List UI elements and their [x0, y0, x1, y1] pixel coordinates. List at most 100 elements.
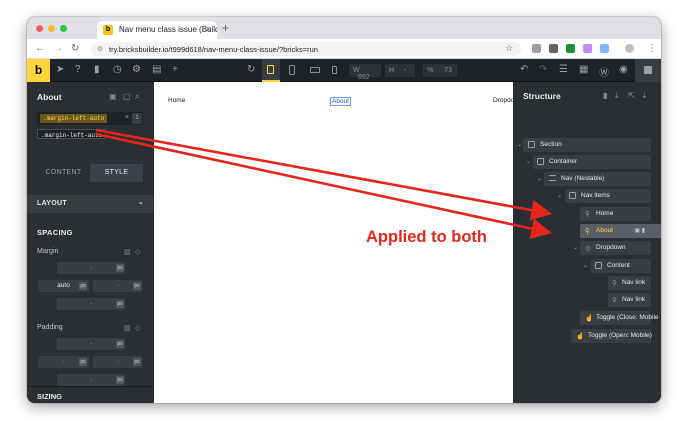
profile-avatar-icon[interactable]	[625, 44, 634, 53]
chevron-down-icon[interactable]: ⌄	[517, 141, 522, 148]
collapse-icon[interactable]: ⤓	[615, 91, 619, 101]
chevron-down-icon[interactable]: ⌄	[557, 192, 562, 199]
back-icon[interactable]: ←	[35, 43, 45, 54]
structure-row-label: Toggle (Close: Mobile	[596, 314, 659, 321]
bricks-logo[interactable]: b	[27, 59, 50, 82]
menu-lines-icon	[549, 175, 556, 181]
class-suggestion[interactable]: .margin-left-auto	[37, 129, 107, 139]
unit-badge[interactable]: px	[79, 358, 87, 366]
save-button[interactable]	[635, 59, 661, 82]
padding-link-icon[interactable]: ◇	[135, 324, 140, 332]
zoom-input[interactable]: % 73	[423, 64, 457, 77]
structure-row-nav-nestable[interactable]: ⌄ Nav (Nestable)	[537, 172, 651, 186]
forward-icon[interactable]: →	[53, 43, 63, 54]
bookmark-star-icon[interactable]: ☆	[505, 43, 513, 54]
add-icon[interactable]: +	[172, 64, 178, 75]
maximize-window-dot[interactable]	[60, 25, 67, 32]
structure-row-nav-items[interactable]: ⌄ Nav items	[557, 189, 651, 203]
unit-badge[interactable]: px	[116, 300, 124, 308]
expand-icon[interactable]: ⇱	[628, 91, 635, 100]
structure-row-dropdown[interactable]: ⌄ ◎ Dropdown	[573, 241, 651, 255]
margin-bottom-input[interactable]: -	[57, 298, 125, 310]
margin-top-input[interactable]: -	[57, 262, 125, 274]
chevron-down-icon: ⌄	[137, 199, 144, 206]
structure-row-content[interactable]: ⌄ Content	[583, 259, 651, 273]
unit-badge[interactable]: px	[116, 340, 124, 348]
undo-icon[interactable]: ↶	[520, 64, 528, 75]
camera-extension-icon[interactable]	[532, 44, 541, 53]
unit-badge[interactable]: px	[116, 376, 124, 384]
structure-row-section[interactable]: ⌄ Section	[517, 138, 651, 152]
row-tools[interactable]: ▣ ▮	[634, 227, 645, 234]
sizing-section-header[interactable]: SIZING	[27, 386, 154, 403]
structure-row-nav-link[interactable]: ⚲ Nav link	[608, 276, 651, 290]
chevron-down-icon[interactable]: ⌄	[526, 158, 531, 165]
mobile-icon[interactable]	[332, 66, 337, 74]
copy-icon[interactable]: ▣	[109, 92, 117, 101]
desktop-breakpoint-button[interactable]	[262, 59, 280, 82]
refresh-icon[interactable]: ↻	[247, 64, 255, 75]
unit-badge[interactable]: px	[133, 282, 141, 290]
structure-row-toggle-open[interactable]: ☝ Toggle (Open: Mobile)	[571, 329, 652, 343]
margin-link-icon[interactable]: ◇	[135, 248, 140, 256]
unit-badge[interactable]: px	[133, 358, 141, 366]
padding-top-input[interactable]: -	[57, 338, 125, 350]
browser-tab[interactable]: b Nav menu class issue (Builde ×	[97, 21, 217, 39]
width-input[interactable]: W 992	[349, 64, 381, 81]
layout-section-header[interactable]: LAYOUT ⌄	[27, 195, 154, 213]
puzzle-extension-icon[interactable]	[600, 44, 609, 53]
history-icon[interactable]: ◷	[113, 64, 122, 75]
nav-link-about[interactable]: About	[330, 97, 351, 106]
chevron-down-icon[interactable]: ⌄	[537, 175, 542, 182]
nav-link-home[interactable]: Home	[168, 97, 185, 104]
class-selector-input[interactable]: .margin-left-auto × 1	[37, 112, 143, 125]
structure-row-home[interactable]: ⚲ Home	[580, 207, 651, 221]
url-input[interactable]: ⊙ try.bricksbuilder.io/t999d618/nav-menu…	[91, 42, 521, 56]
structure-row-toggle-close[interactable]: ☝ Toggle (Close: Mobile	[580, 311, 659, 325]
clear-class-icon[interactable]: ×	[125, 114, 129, 121]
redo-icon[interactable]: ↷	[539, 64, 547, 75]
nav-link-dropdown[interactable]: Dropdown	[493, 97, 513, 104]
check-extension-icon[interactable]	[566, 44, 575, 53]
site-info-icon[interactable]: ⊙	[97, 45, 103, 53]
reload-icon[interactable]: ↻	[71, 43, 79, 54]
pin-icon[interactable]: ⇣	[641, 91, 648, 100]
chevron-down-icon[interactable]: ⌄	[583, 262, 588, 269]
unit-badge[interactable]: px	[116, 264, 124, 272]
close-window-dot[interactable]	[36, 25, 43, 32]
browser-menu-icon[interactable]: ⋮	[647, 43, 657, 54]
tablet-landscape-icon[interactable]	[310, 67, 320, 73]
purple-extension-icon[interactable]	[583, 44, 592, 53]
tab-style[interactable]: STYLE	[90, 164, 143, 182]
search-icon[interactable]: ⌕	[135, 92, 139, 102]
padding-bottom-input[interactable]: -	[57, 374, 125, 386]
height-input[interactable]: H -	[385, 64, 415, 77]
wordpress-icon[interactable]: Ⓦ	[599, 64, 609, 79]
structure-row-about[interactable]: ⚲ About ▣ ▮	[580, 224, 661, 238]
new-tab-button[interactable]: +	[222, 21, 229, 35]
margin-responsive-icon[interactable]: ▥	[124, 248, 131, 256]
templates-icon[interactable]: ▦	[579, 64, 588, 75]
tablet-portrait-icon[interactable]	[289, 65, 295, 75]
structure-row-nav-link[interactable]: ⚲ Nav link	[608, 293, 651, 307]
structure-row-container[interactable]: ⌄ Container	[526, 155, 651, 169]
page-icon[interactable]: ▮	[94, 64, 100, 75]
active-class-chip[interactable]: .margin-left-auto	[40, 114, 108, 123]
trash-icon[interactable]: ▤	[152, 64, 161, 75]
preview-eye-icon[interactable]: ◉	[619, 64, 628, 75]
unit-badge[interactable]: px	[79, 282, 87, 290]
tab-close-icon[interactable]: ×	[206, 24, 211, 34]
spacing-section-header[interactable]: SPACING	[27, 223, 154, 241]
tab-content[interactable]: CONTENT	[37, 164, 90, 182]
chevron-down-icon[interactable]: ⌄	[573, 244, 578, 251]
settings-icon[interactable]: ⚙	[132, 64, 141, 75]
css-icon[interactable]: ▢	[123, 92, 131, 101]
cursor-icon[interactable]: ➤	[56, 64, 64, 75]
minimize-window-dot[interactable]	[48, 25, 55, 32]
padding-responsive-icon[interactable]: ▥	[124, 324, 131, 332]
delete-all-icon[interactable]: ▮	[603, 91, 607, 100]
structure-icon[interactable]: ☰	[559, 64, 568, 75]
help-icon[interactable]: ?	[75, 64, 81, 75]
cube-extension-icon[interactable]	[549, 44, 558, 53]
layout-section-title: LAYOUT	[37, 200, 67, 207]
